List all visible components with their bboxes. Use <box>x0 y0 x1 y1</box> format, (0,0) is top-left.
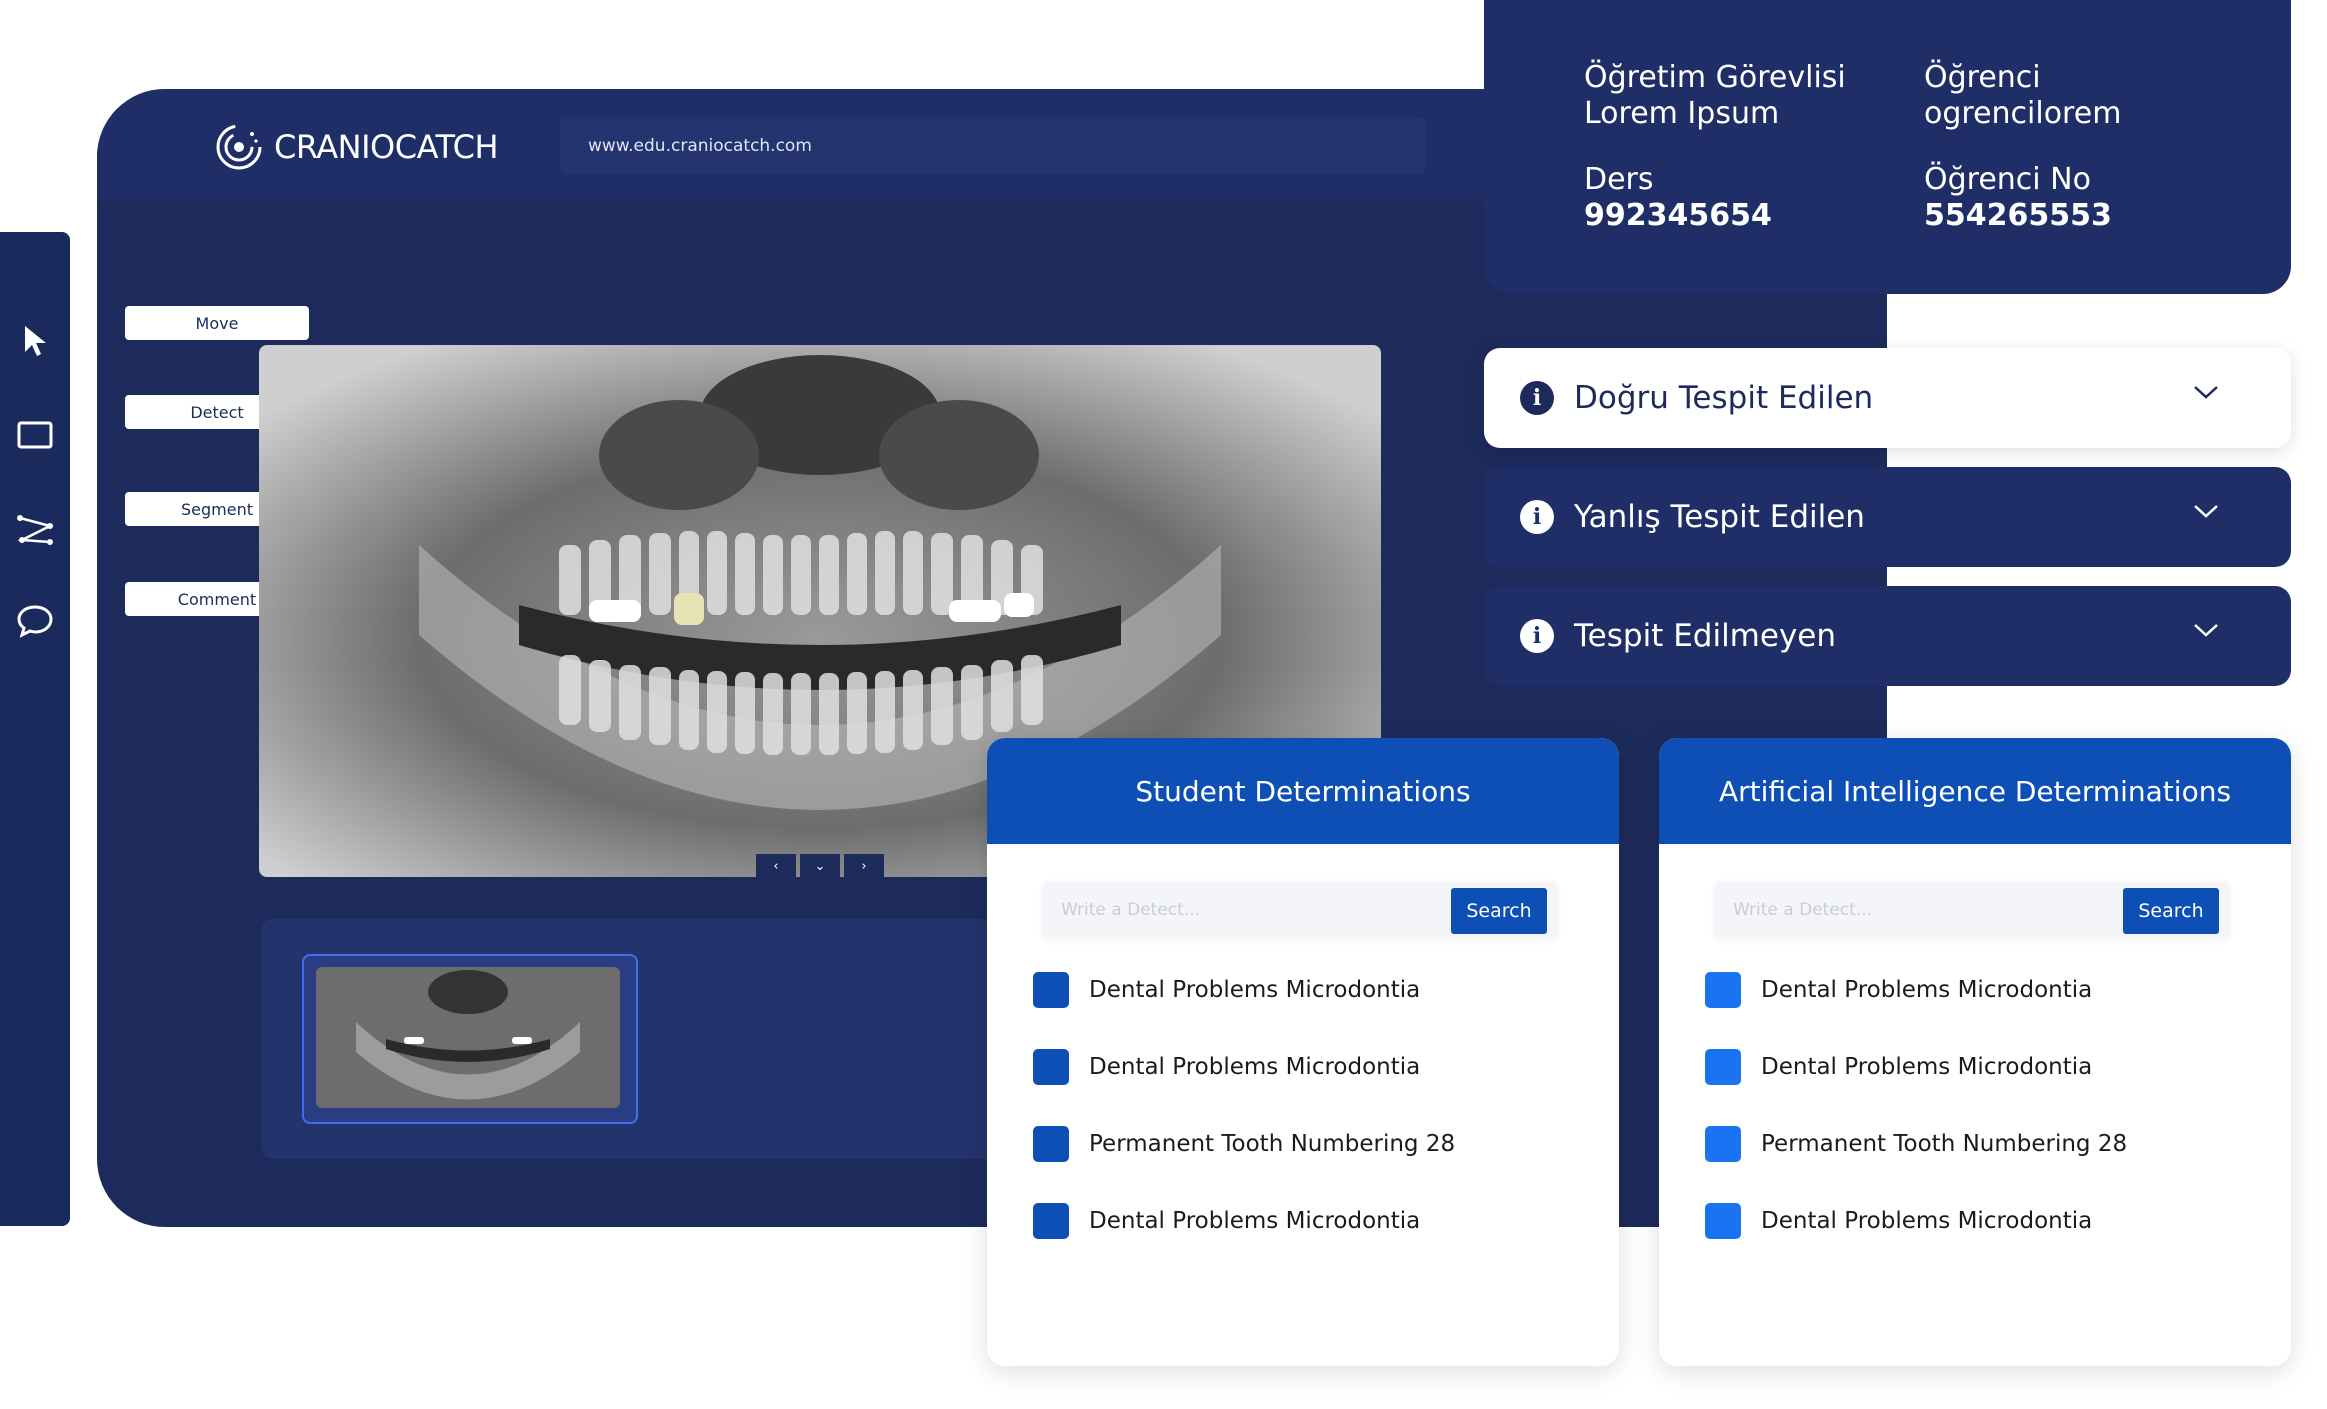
item-label: Dental Problems Microdontia <box>1761 1054 2093 1080</box>
student-value: ogrencilorem <box>1924 96 2122 131</box>
item-label: Dental Problems Microdontia <box>1761 977 2093 1003</box>
item-label: Dental Problems Microdontia <box>1089 977 1421 1003</box>
accordion-dogru-tespit[interactable]: i Doğru Tespit Edilen <box>1484 348 2291 448</box>
checkbox-square[interactable] <box>1705 1203 1741 1239</box>
item-label: Dental Problems Microdontia <box>1761 1208 2093 1234</box>
info-icon: i <box>1520 500 1554 534</box>
craniocatch-logo-icon <box>216 124 262 170</box>
accordion-title: Doğru Tespit Edilen <box>1574 380 1874 416</box>
list-item[interactable]: Dental Problems Microdontia <box>1033 1201 1420 1241</box>
xray-controls: ‹ ⌄ › <box>756 854 886 879</box>
chevron-down-icon[interactable] <box>2193 384 2219 400</box>
chevron-down-icon[interactable]: ⌄ <box>800 854 840 879</box>
chevron-down-icon[interactable] <box>2193 503 2219 519</box>
xray-thumbnail[interactable] <box>316 967 620 1108</box>
course-value: 992345654 <box>1584 198 1772 233</box>
rectangle-icon[interactable] <box>14 414 56 456</box>
item-label: Dental Problems Microdontia <box>1089 1054 1421 1080</box>
search-input[interactable] <box>1043 882 1453 938</box>
instructor-value: Lorem Ipsum <box>1584 96 1780 131</box>
checkbox-square[interactable] <box>1705 1049 1741 1085</box>
search-button[interactable]: Search <box>1451 888 1547 934</box>
item-label: Permanent Tooth Numbering 28 <box>1089 1131 1456 1157</box>
list-item[interactable]: Dental Problems Microdontia <box>1033 1047 1420 1087</box>
list-item[interactable]: Permanent Tooth Numbering 28 <box>1033 1124 1455 1164</box>
item-label: Dental Problems Microdontia <box>1089 1208 1421 1234</box>
speech-bubble-icon[interactable] <box>14 600 56 642</box>
student-determinations-panel: Student Determinations Search Dental Pro… <box>987 738 1619 1366</box>
student-no-value: 554265553 <box>1924 198 2112 233</box>
url-bar[interactable]: www.edu.craniocatch.com <box>560 117 1426 174</box>
prev-icon[interactable]: ‹ <box>756 854 796 879</box>
cursor-icon[interactable] <box>14 320 56 362</box>
list-item[interactable]: Dental Problems Microdontia <box>1705 1047 2092 1087</box>
polyline-icon[interactable] <box>14 508 56 550</box>
tool-rail <box>0 232 70 1226</box>
item-label: Permanent Tooth Numbering 28 <box>1761 1131 2128 1157</box>
checkbox-square[interactable] <box>1033 972 1069 1008</box>
list-item[interactable]: Dental Problems Microdontia <box>1705 1201 2092 1241</box>
list-item[interactable]: Permanent Tooth Numbering 28 <box>1705 1124 2127 1164</box>
checkbox-square[interactable] <box>1705 1126 1741 1162</box>
search-bar: Search <box>1043 882 1557 938</box>
chevron-down-icon[interactable] <box>2193 622 2219 638</box>
search-bar: Search <box>1715 882 2229 938</box>
search-button[interactable]: Search <box>2123 888 2219 934</box>
accordion-title: Tespit Edilmeyen <box>1574 618 1837 654</box>
course-label: Ders <box>1584 162 1654 197</box>
logo-text: CRANIOCATCH <box>274 128 499 166</box>
student-no-label: Öğrenci No <box>1924 162 2091 197</box>
search-input[interactable] <box>1715 882 2125 938</box>
list-item[interactable]: Dental Problems Microdontia <box>1705 970 2092 1010</box>
ai-determinations-panel: Artificial Intelligence Determinations S… <box>1659 738 2291 1366</box>
student-label: Öğrenci <box>1924 60 2041 95</box>
checkbox-square[interactable] <box>1033 1126 1069 1162</box>
accordion-yanlis-tespit[interactable]: i Yanlış Tespit Edilen <box>1484 467 2291 567</box>
info-icon: i <box>1520 381 1554 415</box>
panel-title: Student Determinations <box>987 738 1619 844</box>
instructor-label: Öğretim Görevlisi <box>1584 60 1846 95</box>
logo: CRANIOCATCH <box>214 122 499 172</box>
accordion-tespit-edilmeyen[interactable]: i Tespit Edilmeyen <box>1484 586 2291 686</box>
checkbox-square[interactable] <box>1033 1203 1069 1239</box>
panel-title: Artificial Intelligence Determinations <box>1659 738 2291 844</box>
checkbox-square[interactable] <box>1033 1049 1069 1085</box>
tool-label-move[interactable]: Move <box>125 306 309 340</box>
info-card: Öğretim Görevlisi Lorem Ipsum Öğrenci og… <box>1484 0 2291 294</box>
next-icon[interactable]: › <box>844 854 884 879</box>
info-icon: i <box>1520 619 1554 653</box>
checkbox-square[interactable] <box>1705 972 1741 1008</box>
list-item[interactable]: Dental Problems Microdontia <box>1033 970 1420 1010</box>
accordion-title: Yanlış Tespit Edilen <box>1574 499 1865 535</box>
